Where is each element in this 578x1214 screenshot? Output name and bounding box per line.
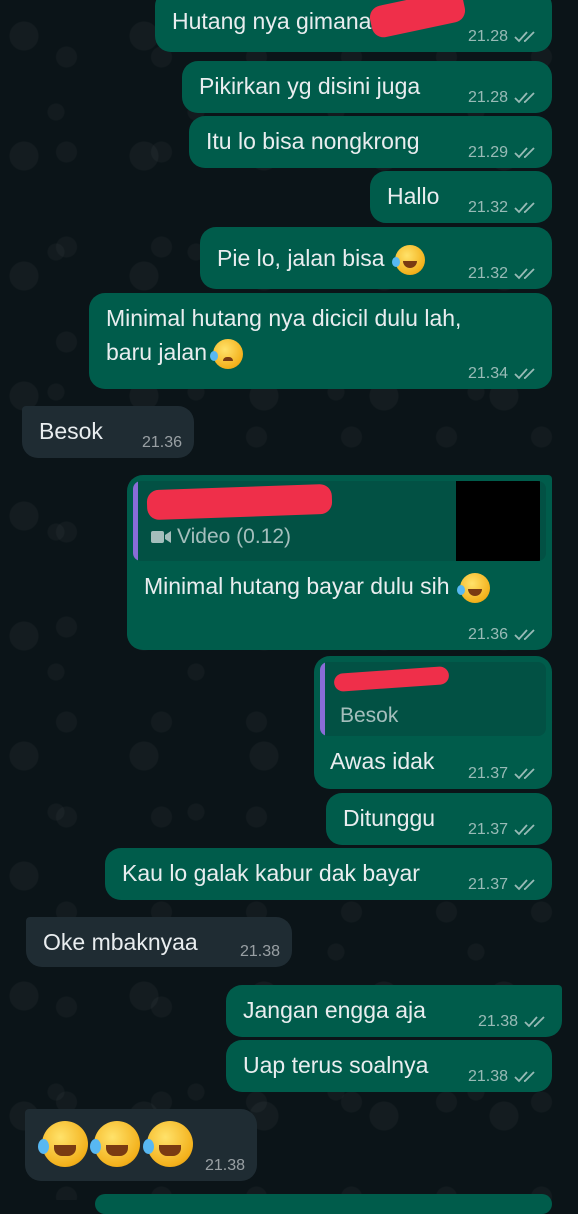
message-time: 21.37 xyxy=(467,876,508,893)
outgoing-message[interactable]: Jangan engga aja 21.38 xyxy=(226,985,562,1037)
message-text: Pikirkan yg disini juga xyxy=(199,73,421,99)
message-meta: 21.37 xyxy=(468,821,540,839)
double-check-icon xyxy=(524,1016,545,1028)
message-meta: 21.32 xyxy=(468,199,540,217)
video-camera-icon xyxy=(151,531,171,543)
message-meta: 21.28 xyxy=(468,28,540,46)
incoming-message[interactable]: Besok 21.36 xyxy=(22,406,194,458)
quoted-message[interactable]: Video (0.12) xyxy=(133,481,546,561)
outgoing-message[interactable]: Itu lo bisa nongkrong 21.29 xyxy=(189,116,552,168)
double-check-icon xyxy=(514,202,535,214)
message-time: 21.38 xyxy=(204,1157,245,1174)
message-text: Minimal hutang bayar dulu sih xyxy=(144,573,450,599)
message-time: 21.32 xyxy=(467,265,508,282)
quoted-message[interactable]: Besok xyxy=(320,662,546,736)
message-time: 21.29 xyxy=(467,144,508,161)
message-text: Hutang nya gimana p xyxy=(172,8,391,34)
message-time: 21.32 xyxy=(467,199,508,216)
message-text: Itu lo bisa nongkrong xyxy=(206,128,420,154)
outgoing-message[interactable]: Ditunggu 21.37 xyxy=(326,793,552,845)
message-meta: 21.36 xyxy=(468,626,540,644)
rolling-on-floor-laughing-emoji xyxy=(142,1121,193,1167)
rolling-on-floor-laughing-emoji xyxy=(391,244,425,275)
double-check-icon xyxy=(514,268,535,280)
message-meta: 21.37 xyxy=(468,876,540,894)
quoted-text: Besok xyxy=(340,704,399,727)
quoted-media-row: Video (0.12) xyxy=(151,525,291,549)
message-time: 21.28 xyxy=(467,28,508,45)
rolling-on-floor-laughing-emoji xyxy=(456,572,490,603)
double-check-icon xyxy=(514,879,535,891)
message-meta: 21.32 xyxy=(468,265,540,283)
message-meta: 21.34 xyxy=(468,365,540,383)
incoming-message[interactable]: Oke mbaknyaa 21.38 xyxy=(26,917,292,967)
outgoing-message-partial xyxy=(95,1194,552,1214)
message-text: Minimal hutang nya dicicil dulu lah, xyxy=(106,305,462,331)
message-time: 21.34 xyxy=(467,365,508,382)
message-text: Awas idak xyxy=(330,748,435,774)
outgoing-message[interactable]: Hutang nya gimana p 21.28 xyxy=(155,0,552,52)
double-check-icon xyxy=(514,31,535,43)
message-text: Jangan engga aja xyxy=(243,997,426,1023)
quoted-media-label: Video (0.12) xyxy=(177,525,292,548)
double-check-icon xyxy=(514,629,535,641)
double-check-icon xyxy=(514,1071,535,1083)
message-meta: 21.38 xyxy=(205,1157,245,1175)
message-text: Oke mbaknyaa xyxy=(43,929,198,955)
message-time: 21.37 xyxy=(467,821,508,838)
outgoing-message[interactable]: Pie lo, jalan bisa 21.32 xyxy=(200,227,552,289)
message-text: Besok xyxy=(39,418,103,444)
double-check-icon xyxy=(514,768,535,780)
outgoing-message[interactable]: Uap terus soalnya 21.38 xyxy=(226,1040,552,1092)
outgoing-message[interactable]: Besok Awas idak 21.37 xyxy=(314,656,552,789)
message-text: Pie lo, jalan bisa xyxy=(217,245,385,271)
message-time: 21.38 xyxy=(477,1013,518,1030)
rolling-on-floor-laughing-emoji xyxy=(90,1121,141,1167)
outgoing-message[interactable]: Pikirkan yg disini juga 21.28 xyxy=(182,61,552,113)
message-meta: 21.38 xyxy=(468,1068,540,1086)
message-time: 21.38 xyxy=(239,943,280,960)
outgoing-message[interactable]: Kau lo galak kabur dak bayar 21.37 xyxy=(105,848,552,900)
message-text: Kau lo galak kabur dak bayar xyxy=(122,860,420,886)
redaction-mark xyxy=(333,666,450,692)
message-meta: 21.29 xyxy=(468,144,540,162)
message-time: 21.37 xyxy=(467,765,508,782)
video-thumbnail xyxy=(456,481,540,561)
outgoing-message[interactable]: Hallo 21.32 xyxy=(370,171,552,223)
quote-accent-bar xyxy=(320,662,325,736)
message-text: Hallo xyxy=(387,183,440,209)
outgoing-message[interactable]: Minimal hutang nya dicicil dulu lah, bar… xyxy=(89,293,552,389)
message-meta: 21.28 xyxy=(468,89,540,107)
message-meta: 21.38 xyxy=(240,943,280,961)
crying-face-emoji xyxy=(210,338,244,369)
message-time: 21.38 xyxy=(467,1068,508,1085)
double-check-icon xyxy=(514,92,535,104)
redaction-mark xyxy=(146,483,333,521)
message-meta: 21.37 xyxy=(468,765,540,783)
message-text-line-2: baru jalan xyxy=(106,339,208,365)
message-meta: 21.38 xyxy=(478,1013,550,1031)
message-time: 21.36 xyxy=(141,434,182,451)
rolling-on-floor-laughing-emoji xyxy=(38,1121,88,1167)
outgoing-message[interactable]: Video (0.12) Minimal hutang bayar dulu s… xyxy=(127,475,552,650)
double-check-icon xyxy=(514,368,535,380)
message-text: Uap terus soalnya xyxy=(243,1052,429,1078)
message-meta: 21.36 xyxy=(142,434,182,452)
incoming-message[interactable]: 21.38 xyxy=(25,1109,257,1181)
double-check-icon xyxy=(514,824,535,836)
quote-accent-bar xyxy=(133,481,138,561)
message-text: Ditunggu xyxy=(343,805,436,831)
double-check-icon xyxy=(514,147,535,159)
message-time: 21.36 xyxy=(467,626,508,643)
message-time: 21.28 xyxy=(467,89,508,106)
redaction-mark xyxy=(367,0,468,40)
